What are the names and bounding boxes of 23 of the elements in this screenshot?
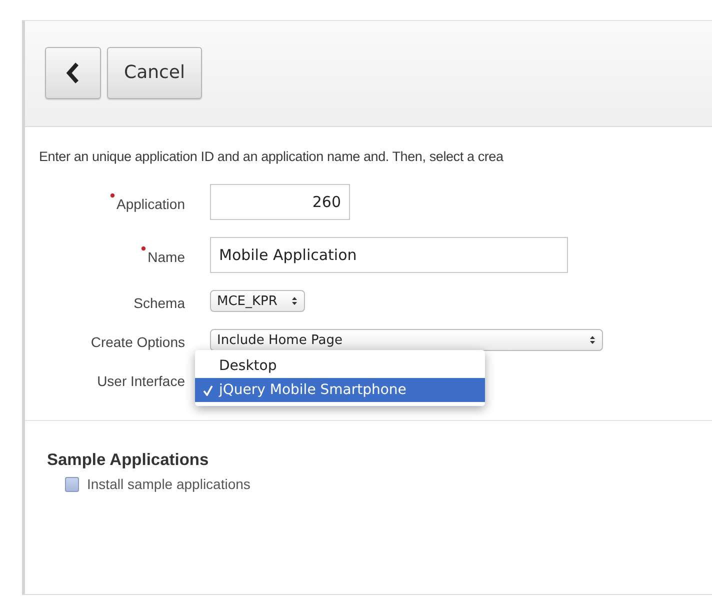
- checkbox-label[interactable]: Install sample applications: [87, 476, 250, 492]
- section-heading: Sample Applications: [47, 451, 210, 470]
- stepper-arrows-icon: [291, 296, 298, 306]
- select-dropdown[interactable]: MCE_KPR: [210, 290, 306, 312]
- menu-option[interactable]: Desktop: [195, 354, 485, 378]
- stepper-arrows-icon: [589, 335, 596, 345]
- field-label: Create Options: [90, 334, 185, 350]
- required-icon: [140, 246, 146, 250]
- checkmark-icon: [203, 384, 213, 396]
- instruction-text: Enter an unique application ID and an application name and. Then, select a crea: [39, 149, 504, 164]
- back-button[interactable]: [45, 46, 101, 98]
- chevron-left-icon: [66, 62, 80, 84]
- field-label: Name: [148, 248, 185, 264]
- field-label: User Interface: [97, 372, 185, 388]
- field-label: Schema: [134, 294, 185, 310]
- text-field[interactable]: 260: [210, 184, 350, 220]
- field-label: Application: [116, 196, 185, 212]
- required-icon: [110, 192, 114, 198]
- menu-option[interactable]: jQuery Mobile Smartphone: [195, 378, 485, 402]
- checkbox[interactable]: [65, 476, 79, 492]
- cancel-button[interactable]: Cancel: [107, 46, 202, 98]
- text-field[interactable]: Mobile Application: [210, 237, 568, 273]
- select-dropdown[interactable]: Include Home Page: [210, 329, 603, 351]
